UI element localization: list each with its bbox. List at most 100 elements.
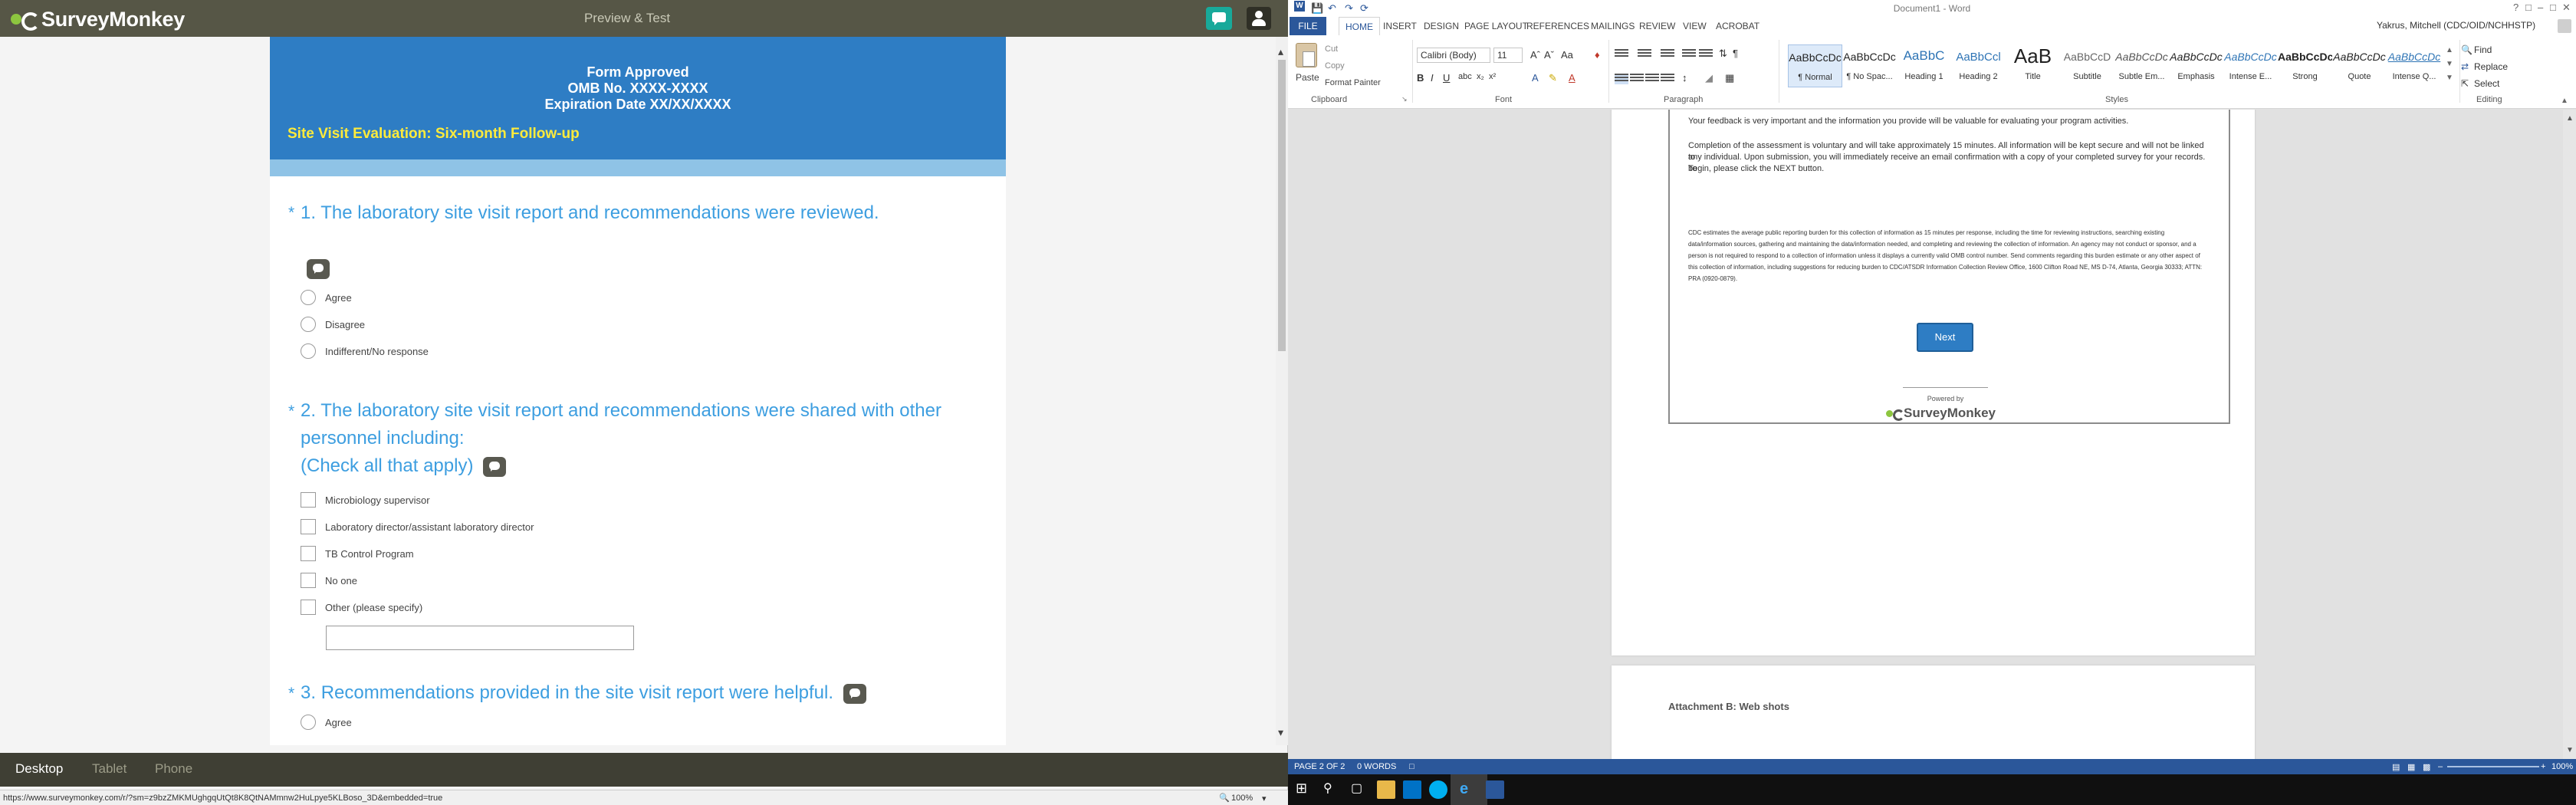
file-explorer-icon[interactable] — [1377, 780, 1395, 799]
sort-icon[interactable]: ⇅ — [1719, 48, 1727, 60]
q2-option-microbiology[interactable]: Microbiology supervisor — [301, 492, 430, 508]
subscript-icon[interactable]: x₂ — [1477, 72, 1484, 81]
style-quote[interactable]: AaBbCcDc Quote — [2332, 44, 2387, 87]
scroll-down-icon[interactable]: ▾ — [1278, 727, 1283, 738]
tab-page-layout[interactable]: PAGE LAYOUT — [1464, 21, 1528, 31]
web-layout-icon[interactable]: ▩ — [2423, 762, 2430, 772]
checkbox[interactable] — [301, 600, 316, 615]
format-painter-button[interactable]: Format Painter — [1325, 78, 1381, 87]
q1-option-agree[interactable]: Agree — [301, 290, 352, 305]
tab-insert[interactable]: INSERT — [1383, 21, 1417, 31]
superscript-icon[interactable]: x² — [1489, 72, 1496, 81]
tab-acrobat[interactable]: ACROBAT — [1716, 21, 1760, 31]
styles-scroll-down-icon[interactable]: ▼ — [2446, 60, 2453, 68]
show-marks-icon[interactable]: ¶ — [1733, 48, 1738, 59]
style-subtle-emphasis[interactable]: AaBbCcDc Subtle Em... — [2114, 44, 2169, 87]
style-subtitle[interactable]: AaBbCcD Subtitle — [2060, 44, 2114, 87]
scroll-up-icon[interactable]: ▲ — [2566, 114, 2574, 123]
close-icon[interactable]: ✕ — [2562, 2, 2571, 14]
select-button[interactable]: Select — [2474, 78, 2499, 89]
page-count[interactable]: PAGE 2 OF 2 — [1294, 762, 1345, 771]
proofing-icon[interactable]: □ — [1409, 762, 1414, 771]
q2-option-lab-director[interactable]: Laboratory director/assistant laboratory… — [301, 519, 534, 534]
browser-zoom[interactable]: 100% — [1231, 794, 1253, 803]
grow-font-icon[interactable]: Aˆ — [1530, 49, 1540, 61]
style-title[interactable]: AaB Title — [2006, 44, 2060, 87]
italic-icon[interactable]: I — [1431, 72, 1434, 84]
checkbox[interactable] — [301, 546, 316, 561]
replace-icon[interactable]: ⇄ — [2461, 61, 2469, 72]
radio-button[interactable] — [301, 317, 316, 332]
shrink-font-icon[interactable]: Aˇ — [1544, 49, 1554, 61]
style-heading-1[interactable]: AaBbC Heading 1 — [1897, 44, 1951, 87]
task-view-icon[interactable]: ▢ — [1351, 780, 1369, 799]
user-icon[interactable] — [1247, 7, 1271, 30]
align-left-icon[interactable] — [1615, 74, 1628, 84]
find-button[interactable]: Find — [2474, 44, 2492, 55]
tab-design[interactable]: DESIGN — [1424, 21, 1459, 31]
cut-button[interactable]: Cut — [1325, 44, 1338, 54]
bullets-icon[interactable] — [1615, 49, 1628, 60]
copy-button[interactable]: Copy — [1325, 61, 1345, 71]
styles-scroll-up-icon[interactable]: ▲ — [2446, 46, 2453, 54]
paste-icon[interactable] — [1296, 43, 1317, 67]
zoom-icon[interactable]: 🔍 — [1219, 793, 1230, 803]
radio-button[interactable] — [301, 715, 316, 730]
replace-button[interactable]: Replace — [2474, 61, 2508, 72]
decrease-indent-icon[interactable] — [1682, 49, 1696, 60]
document-page-2[interactable] — [1612, 665, 2255, 759]
word-count[interactable]: 0 WORDS — [1357, 762, 1396, 771]
underline-icon[interactable]: U — [1443, 72, 1450, 84]
borders-icon[interactable]: ▦ — [1725, 72, 1734, 84]
document-scrollbar[interactable]: ▲ ▼ — [2563, 110, 2576, 759]
checkbox[interactable] — [301, 492, 316, 508]
help-icon[interactable]: ? — [2513, 2, 2518, 13]
text-effects-icon[interactable]: A — [1532, 72, 1539, 84]
clear-format-icon[interactable]: ♦ — [1595, 49, 1600, 61]
radio-button[interactable] — [301, 290, 316, 305]
comment-icon[interactable] — [483, 456, 507, 477]
tab-mailings[interactable]: MAILINGS — [1591, 21, 1635, 31]
zoom-level[interactable]: 100% — [2551, 762, 2573, 771]
font-size-select[interactable]: 11 — [1493, 48, 1523, 63]
avatar[interactable] — [2558, 19, 2571, 33]
align-right-icon[interactable] — [1645, 74, 1659, 84]
multilevel-list-icon[interactable] — [1661, 49, 1674, 60]
tab-file[interactable]: FILE — [1290, 17, 1326, 35]
collapse-ribbon-icon[interactable]: ▲ — [2561, 97, 2568, 105]
zoom-out-icon[interactable]: – — [2438, 762, 2443, 771]
maximize-icon[interactable]: □ — [2550, 2, 2556, 13]
style-heading-2[interactable]: AaBbCcl Heading 2 — [1951, 44, 2006, 87]
zoom-slider[interactable] — [2447, 766, 2539, 767]
word-taskbar-icon[interactable] — [1486, 780, 1504, 799]
tab-home[interactable]: HOME — [1339, 17, 1380, 35]
minimize-icon[interactable]: – — [2538, 2, 2543, 13]
style-intense-quote[interactable]: AaBbCcDc Intense Q... — [2387, 44, 2442, 87]
align-center-icon[interactable] — [1630, 74, 1644, 84]
comment-icon[interactable] — [307, 259, 330, 279]
document-canvas[interactable]: Your feedback is very important and the … — [1288, 110, 2576, 759]
checkbox[interactable] — [301, 573, 316, 588]
style-no-spacing[interactable]: AaBbCcDc ¶ No Spac... — [1842, 44, 1897, 87]
scroll-down-icon[interactable]: ▼ — [2566, 746, 2574, 754]
tab-view[interactable]: VIEW — [1683, 21, 1707, 31]
scroll-up-icon[interactable]: ▴ — [1278, 46, 1283, 57]
tab-review[interactable]: REVIEW — [1639, 21, 1675, 31]
q3-option-agree[interactable]: Agree — [301, 715, 352, 730]
search-icon[interactable]: ⚲ — [1323, 780, 1342, 799]
device-tab-phone[interactable]: Phone — [155, 761, 192, 777]
paste-button[interactable]: Paste — [1296, 72, 1319, 83]
dialog-launcher-icon[interactable]: ↘ — [1401, 95, 1408, 104]
start-icon[interactable]: ⊞ — [1296, 780, 1314, 799]
numbering-icon[interactable] — [1638, 49, 1651, 60]
device-tab-tablet[interactable]: Tablet — [92, 761, 127, 777]
scroll-thumb[interactable] — [1278, 60, 1286, 351]
checkbox[interactable] — [301, 519, 316, 534]
font-name-select[interactable]: Calibri (Body) — [1417, 48, 1490, 63]
highlight-icon[interactable]: ✎ — [1549, 72, 1557, 84]
styles-more-icon[interactable]: ▼ — [2446, 74, 2453, 82]
comment-icon[interactable] — [843, 683, 866, 704]
increase-indent-icon[interactable] — [1699, 49, 1713, 60]
change-case-icon[interactable]: Aa — [1561, 49, 1573, 61]
other-specify-input[interactable] — [326, 626, 634, 650]
